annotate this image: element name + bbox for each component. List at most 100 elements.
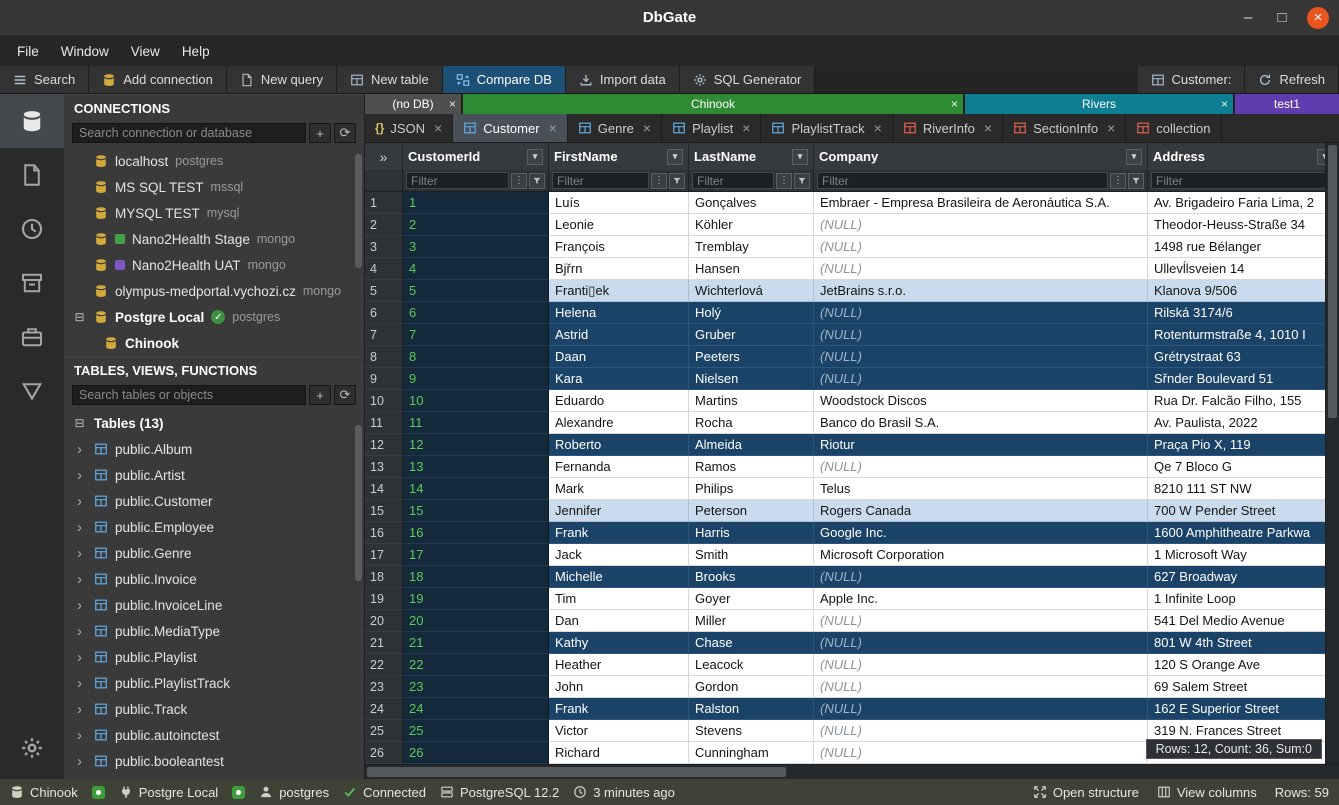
cell-lastname[interactable]: Nielsen — [689, 368, 814, 390]
statusbar-item-postgre-local[interactable]: Postgre Local — [119, 785, 219, 800]
column-dropdown-icon[interactable]: ▾ — [667, 149, 683, 165]
table-row[interactable]: 66HelenaHolý(NULL)Rilská 3174/6 — [365, 302, 1339, 324]
cell-address[interactable]: 1 Microsoft Way — [1148, 544, 1339, 566]
cell-lastname[interactable]: Chase — [689, 632, 814, 654]
file-tab-riverinfo[interactable]: RiverInfo× — [893, 114, 1003, 142]
cell-customerid[interactable]: 12 — [403, 434, 549, 456]
cell-firstname[interactable]: Astrid — [549, 324, 689, 346]
cell-company[interactable]: Apple Inc. — [814, 588, 1148, 610]
cell-address[interactable]: 1498 rue Bélanger — [1148, 236, 1339, 258]
cell-company[interactable]: Embraer - Empresa Brasileira de Aeronáut… — [814, 192, 1148, 214]
close-icon[interactable]: × — [549, 120, 557, 136]
vertical-scrollbar-thumb[interactable] — [1328, 145, 1337, 418]
table-row[interactable]: 99KaraNielsen(NULL)Sřnder Boulevard 51 — [365, 368, 1339, 390]
statusbar-item-view-columns[interactable]: View columns — [1157, 785, 1257, 800]
sidebar-icon-archive[interactable] — [0, 256, 64, 310]
filter-input-firstname[interactable] — [552, 172, 649, 189]
filter-funnel-icon[interactable] — [669, 173, 685, 189]
file-tab-genre[interactable]: Genre× — [568, 114, 662, 142]
toolbar-button-new-table[interactable]: New table — [337, 66, 443, 93]
cell-address[interactable]: 700 W Pender Street — [1148, 500, 1339, 522]
vertical-scrollbar[interactable] — [1325, 143, 1339, 764]
table-row[interactable]: 1010EduardoMartinsWoodstock DiscosRua Dr… — [365, 390, 1339, 412]
cell-firstname[interactable]: Frank — [549, 522, 689, 544]
cell-company[interactable]: Telus — [814, 478, 1148, 500]
sidebar-icon-query-designer[interactable] — [0, 364, 64, 418]
sidebar-icon-files[interactable] — [0, 148, 64, 202]
db-tab-test1[interactable]: test1 — [1235, 94, 1339, 114]
toolbar-button-customer[interactable]: Customer: — [1138, 66, 1246, 93]
cell-firstname[interactable]: Fernanda — [549, 456, 689, 478]
close-icon[interactable]: × — [434, 120, 442, 136]
cell-customerid[interactable]: 25 — [403, 720, 549, 742]
tables-group-row[interactable]: ⊟Tables (13) — [64, 410, 364, 436]
cell-customerid[interactable]: 24 — [403, 698, 549, 720]
cell-customerid[interactable]: 18 — [403, 566, 549, 588]
cell-company[interactable]: (NULL) — [814, 566, 1148, 588]
cell-firstname[interactable]: Alexandre — [549, 412, 689, 434]
cell-lastname[interactable]: Peterson — [689, 500, 814, 522]
statusbar-item-postgresql-12-2[interactable]: PostgreSQL 12.2 — [440, 785, 559, 800]
cell-company[interactable]: (NULL) — [814, 258, 1148, 280]
cell-customerid[interactable]: 5 — [403, 280, 549, 302]
cell-lastname[interactable]: Harris — [689, 522, 814, 544]
connection-item-localhost[interactable]: localhostpostgres — [64, 148, 364, 174]
table-row[interactable]: 55Franti▯ekWichterlováJetBrains s.r.o.Kl… — [365, 280, 1339, 302]
cell-address[interactable]: 801 W 4th Street — [1148, 632, 1339, 654]
cell-customerid[interactable]: 19 — [403, 588, 549, 610]
cell-lastname[interactable]: Rocha — [689, 412, 814, 434]
table-item-public-autoinctest[interactable]: ›public.autoinctest — [64, 722, 364, 748]
cell-firstname[interactable]: Mark — [549, 478, 689, 500]
chevron-right-icon[interactable]: › — [72, 467, 87, 484]
cell-address[interactable]: Sřnder Boulevard 51 — [1148, 368, 1339, 390]
close-icon[interactable]: × — [1107, 120, 1115, 136]
reload-connections-icon[interactable]: ⟳ — [334, 123, 356, 143]
chevron-right-icon[interactable]: › — [72, 623, 87, 640]
chevron-right-icon[interactable]: › — [72, 519, 87, 536]
cell-customerid[interactable]: 4 — [403, 258, 549, 280]
cell-company[interactable]: (NULL) — [814, 214, 1148, 236]
cell-firstname[interactable]: Kara — [549, 368, 689, 390]
cell-firstname[interactable]: Roberto — [549, 434, 689, 456]
cell-address[interactable]: Praça Pio X, 119 — [1148, 434, 1339, 456]
cell-lastname[interactable]: Stevens — [689, 720, 814, 742]
cell-customerid[interactable]: 10 — [403, 390, 549, 412]
menu-item-view[interactable]: View — [120, 40, 171, 63]
filter-input-lastname[interactable] — [692, 172, 774, 189]
cell-firstname[interactable]: Heather — [549, 654, 689, 676]
table-row[interactable]: 1515JenniferPetersonRogers Canada700 W P… — [365, 500, 1339, 522]
cell-lastname[interactable]: Cunningham — [689, 742, 814, 764]
filter-menu-icon[interactable]: ⋮ — [511, 173, 527, 189]
cell-address[interactable]: Av. Brigadeiro Faria Lima, 2 — [1148, 192, 1339, 214]
cell-firstname[interactable]: Jennifer — [549, 500, 689, 522]
db-tab-no-db[interactable]: (no DB)× — [365, 94, 461, 114]
table-row[interactable]: 22LeonieKöhler(NULL)Theodor-Heuss-Straße… — [365, 214, 1339, 236]
horizontal-scrollbar-thumb[interactable] — [367, 767, 786, 777]
cell-company[interactable]: Rogers Canada — [814, 500, 1148, 522]
cell-address[interactable]: Theodor-Heuss-Straße 34 — [1148, 214, 1339, 236]
filter-funnel-icon[interactable] — [794, 173, 810, 189]
cell-customerid[interactable]: 6 — [403, 302, 549, 324]
cell-lastname[interactable]: Philips — [689, 478, 814, 500]
cell-lastname[interactable]: Martins — [689, 390, 814, 412]
toolbar-button-import-data[interactable]: Import data — [566, 66, 680, 93]
cell-firstname[interactable]: Victor — [549, 720, 689, 742]
cell-firstname[interactable]: Helena — [549, 302, 689, 324]
cell-address[interactable]: Qe 7 Bloco G — [1148, 456, 1339, 478]
sidebar-icon-history[interactable] — [0, 202, 64, 256]
column-dropdown-icon[interactable]: ▾ — [792, 149, 808, 165]
sidebar-icon-settings[interactable] — [0, 721, 64, 775]
table-item-public-invoice[interactable]: ›public.Invoice — [64, 566, 364, 592]
cell-firstname[interactable]: Leonie — [549, 214, 689, 236]
cell-firstname[interactable]: Richard — [549, 742, 689, 764]
cell-address[interactable]: 627 Broadway — [1148, 566, 1339, 588]
cell-company[interactable]: Google Inc. — [814, 522, 1148, 544]
table-item-public-mediatype[interactable]: ›public.MediaType — [64, 618, 364, 644]
table-row[interactable]: 88DaanPeeters(NULL)Grétrystraat 63 — [365, 346, 1339, 368]
toolbar-button-search[interactable]: Search — [0, 66, 89, 93]
cell-address[interactable]: 1 Infinite Loop — [1148, 588, 1339, 610]
close-icon[interactable]: × — [951, 97, 958, 111]
file-tab-playlist[interactable]: Playlist× — [662, 114, 761, 142]
table-row[interactable]: 77AstridGruber(NULL)Rotenturmstraße 4, 1… — [365, 324, 1339, 346]
toolbar-button-new-query[interactable]: New query — [227, 66, 337, 93]
